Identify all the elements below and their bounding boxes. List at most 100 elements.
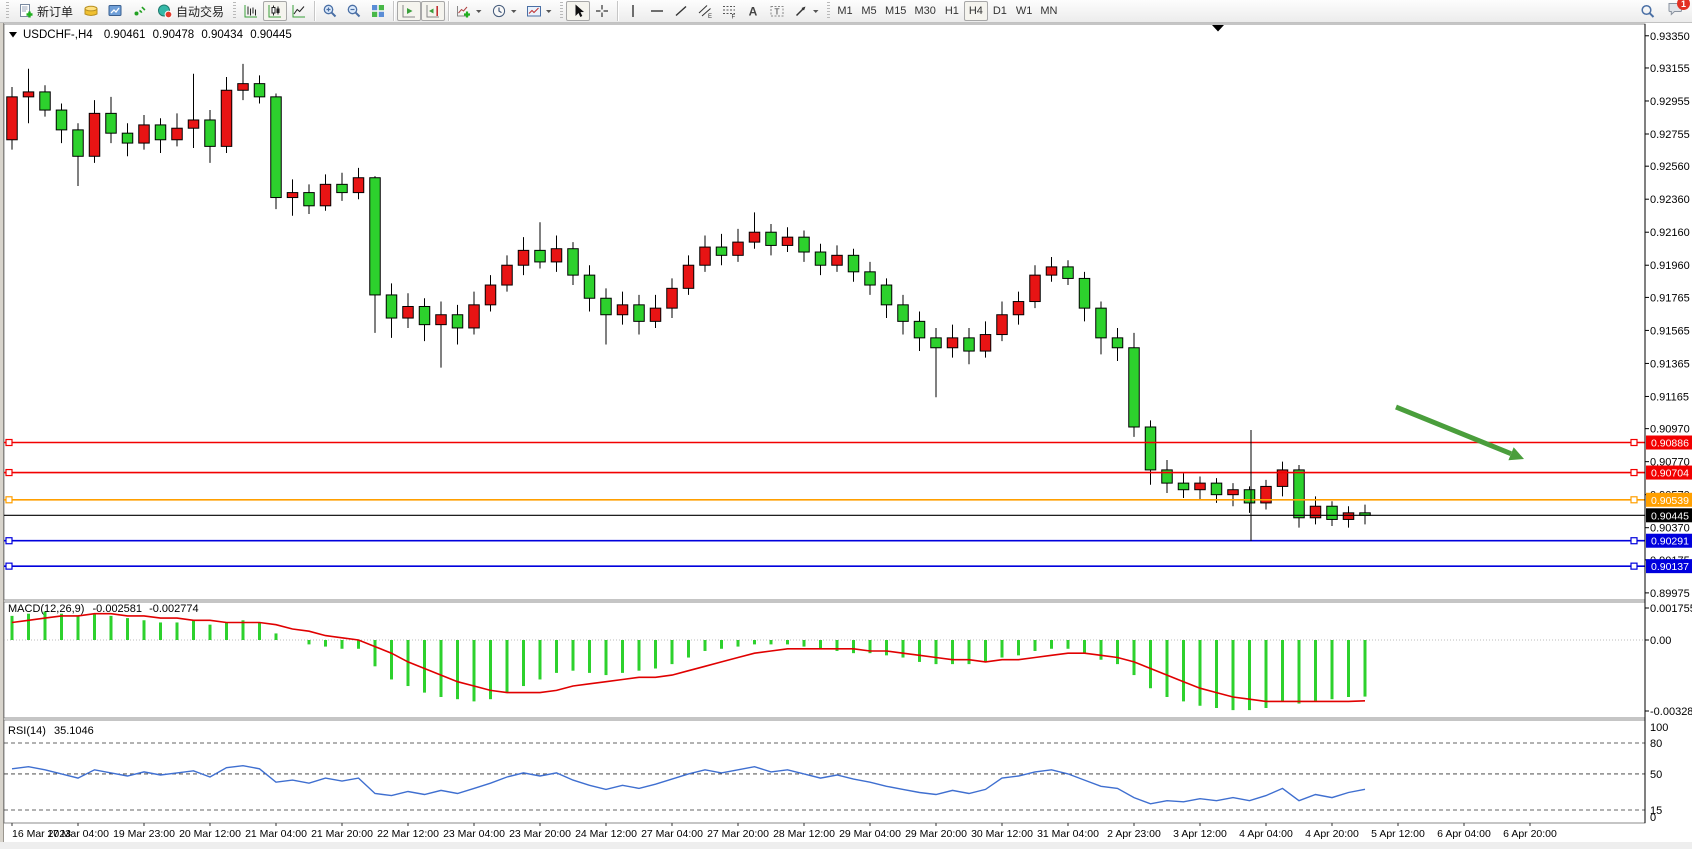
candle — [419, 306, 430, 324]
line-handle[interactable] — [1631, 497, 1637, 503]
line-handle[interactable] — [6, 497, 12, 503]
price-tick-label: 0.91565 — [1650, 325, 1690, 337]
rsi-axis-label: 80 — [1650, 738, 1662, 750]
candle — [535, 250, 546, 262]
line-handle[interactable] — [1631, 440, 1637, 446]
price-tick-label: 0.91365 — [1650, 358, 1690, 370]
main-price-panel[interactable] — [4, 24, 1645, 600]
candle — [320, 184, 331, 205]
candle — [980, 335, 991, 352]
line-handle[interactable] — [6, 470, 12, 476]
candle — [1327, 506, 1338, 519]
candle — [997, 315, 1008, 335]
price-line-badge-label: 0.90886 — [1651, 438, 1689, 450]
candle — [1195, 483, 1206, 490]
candle — [23, 92, 34, 97]
candle — [700, 247, 711, 265]
price-line-badge-label: 0.90445 — [1651, 510, 1689, 522]
line-handle[interactable] — [1631, 538, 1637, 544]
time-axis-label: 23 Mar 04:00 — [443, 828, 505, 840]
candle — [386, 295, 397, 318]
price-line-badge-label: 0.90291 — [1651, 536, 1689, 548]
time-axis-label: 24 Mar 12:00 — [575, 828, 637, 840]
candle — [848, 255, 859, 272]
chart-area[interactable]: 0.933500.931550.929550.927550.925600.923… — [0, 0, 1692, 849]
macd-label: MACD(12,26,9) -0.002581 -0.002774 — [8, 603, 199, 615]
time-axis-label: 6 Apr 20:00 — [1503, 828, 1557, 840]
candle — [898, 305, 909, 322]
candle — [469, 305, 480, 328]
macd-axis-label: -0.003284 — [1650, 706, 1692, 718]
candle — [452, 315, 463, 328]
candle — [403, 306, 414, 318]
candle — [1228, 490, 1239, 495]
price-tick-label: 0.93155 — [1650, 63, 1690, 75]
candle — [106, 113, 117, 133]
candle — [1310, 506, 1321, 518]
candle — [56, 110, 67, 130]
time-axis-label: 31 Mar 04:00 — [1037, 828, 1099, 840]
candle — [931, 338, 942, 348]
candle — [370, 178, 381, 295]
line-handle[interactable] — [6, 563, 12, 569]
rsi-panel[interactable] — [4, 720, 1645, 823]
candle — [650, 308, 661, 321]
candle — [1211, 483, 1222, 495]
candle — [766, 232, 777, 245]
candle — [287, 193, 298, 198]
price-tick-label: 0.91765 — [1650, 292, 1690, 304]
candle — [1030, 275, 1041, 301]
candle — [683, 265, 694, 288]
candle — [716, 247, 727, 255]
candle — [1096, 308, 1107, 338]
candle — [1244, 490, 1255, 503]
time-axis-label: 28 Mar 12:00 — [773, 828, 835, 840]
candle — [7, 97, 18, 140]
ohlc-low: 0.90434 — [201, 29, 243, 41]
candle — [337, 184, 348, 192]
line-handle[interactable] — [6, 440, 12, 446]
price-line-badge-label: 0.90539 — [1651, 495, 1689, 507]
time-axis-label: 4 Apr 20:00 — [1305, 828, 1359, 840]
candle — [353, 178, 364, 193]
candle — [749, 232, 760, 242]
price-tick-label: 0.89975 — [1650, 588, 1690, 600]
time-axis-label: 27 Mar 04:00 — [641, 828, 703, 840]
time-axis-label: 21 Mar 20:00 — [311, 828, 373, 840]
line-handle[interactable] — [1631, 563, 1637, 569]
candle — [865, 272, 876, 285]
rsi-axis-label: 50 — [1650, 769, 1662, 781]
candle — [584, 275, 595, 298]
candle — [947, 338, 958, 348]
macd-axis-label: 0.001755 — [1650, 603, 1692, 615]
rsi-axis-label: 0 — [1650, 812, 1656, 824]
time-axis-label: 2 Apr 23:00 — [1107, 828, 1161, 840]
candle — [238, 84, 249, 91]
candle — [667, 288, 678, 308]
price-line-badge-label: 0.90137 — [1651, 561, 1689, 573]
time-axis-label: 30 Mar 12:00 — [971, 828, 1033, 840]
candle — [304, 193, 315, 206]
candle — [254, 84, 265, 97]
price-tick-label: 0.92360 — [1650, 194, 1690, 206]
line-handle[interactable] — [1631, 470, 1637, 476]
candle — [518, 250, 529, 265]
candle — [1145, 427, 1156, 470]
macd-axis-label: 0.00 — [1650, 635, 1671, 647]
line-handle[interactable] — [6, 538, 12, 544]
candle — [172, 128, 183, 140]
candle — [502, 265, 513, 285]
price-line-badge-label: 0.90704 — [1651, 468, 1689, 480]
candle — [617, 305, 628, 315]
candle — [1013, 302, 1024, 315]
price-tick-label: 0.93350 — [1650, 31, 1690, 43]
candle — [40, 92, 51, 110]
ohlc-high: 0.90478 — [153, 29, 195, 41]
candle — [122, 133, 133, 143]
price-tick-label: 0.92560 — [1650, 161, 1690, 173]
price-tick-label: 0.92955 — [1650, 96, 1690, 108]
time-axis-label: 19 Mar 23:00 — [113, 828, 175, 840]
macd-panel[interactable] — [4, 602, 1645, 718]
candle — [139, 125, 150, 143]
ohlc-open: 0.90461 — [104, 29, 146, 41]
